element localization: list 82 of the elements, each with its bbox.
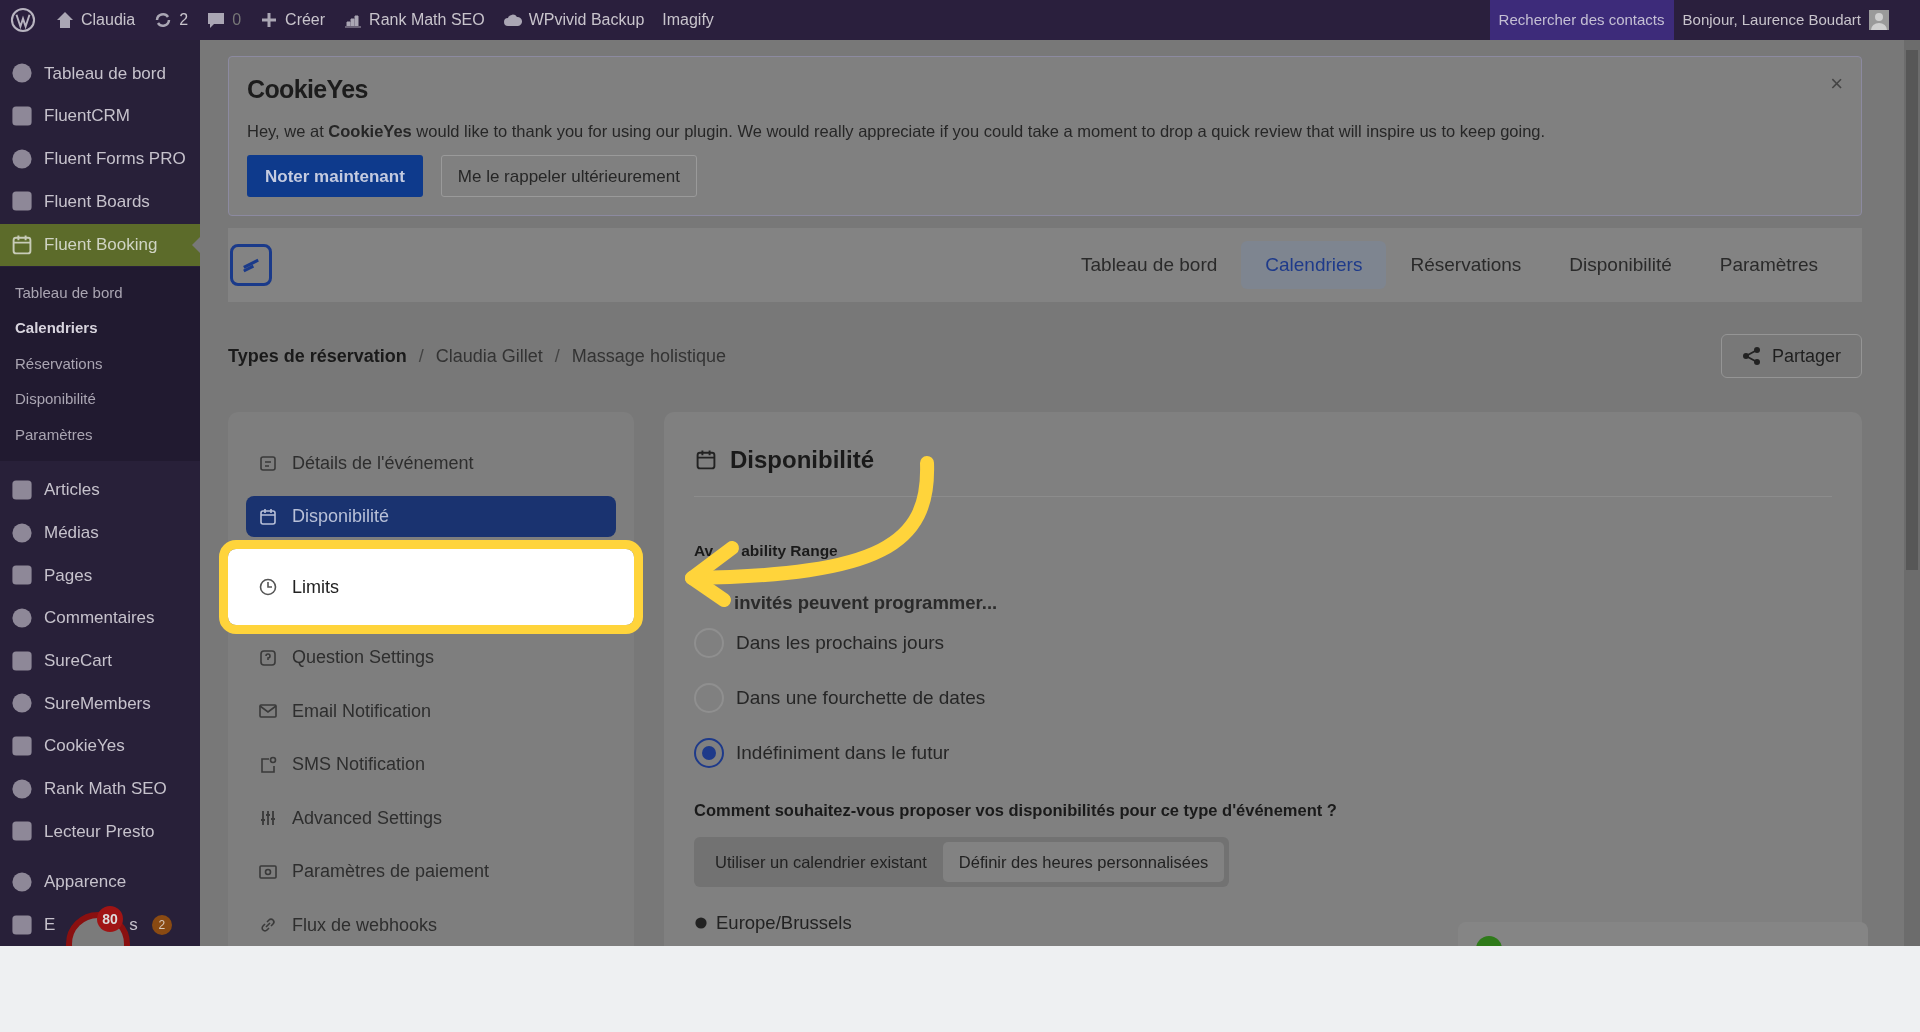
sidebar-item[interactable]: Fluent Forms PRO	[0, 137, 200, 180]
question-label: Comment souhaitez-vous proposer vos disponibilités pour ce type d'événement ?	[694, 800, 1338, 822]
radio-button[interactable]	[694, 738, 724, 769]
nav-tab[interactable]: Paramètres	[1695, 241, 1842, 290]
sidebar-item[interactable]: Commentaires	[0, 596, 200, 640]
menu-icon	[10, 563, 34, 588]
sidebar-item[interactable]: Articles	[0, 468, 200, 512]
menu-icon	[10, 478, 34, 503]
mode-option[interactable]: Définir des heures personnalisées	[942, 842, 1225, 882]
sidebar-item[interactable]: SureMembers	[0, 682, 200, 725]
field-label: ability Range	[741, 541, 838, 562]
home-icon	[55, 10, 75, 30]
menu-icon	[10, 104, 34, 128]
field-label: Av	[694, 541, 714, 562]
remind-later-button[interactable]: Me le rappeler ultérieurement	[440, 155, 697, 198]
radio-label[interactable]: Indéfiniment dans le futur	[736, 739, 950, 768]
rate-now-button[interactable]: Noter maintenant	[247, 155, 423, 198]
breadcrumb-separator: /	[418, 344, 424, 368]
sidebar-item-label[interactable]: E	[44, 911, 56, 938]
submenu-item[interactable]: Réservations	[0, 346, 200, 382]
admin-bar-link[interactable]: Claudia	[81, 8, 136, 32]
admin-bar-link[interactable]: Créer	[285, 8, 326, 32]
field-hint: invités peuvent programmer...	[734, 590, 998, 615]
sidebar-item[interactable]: SureCart	[0, 639, 200, 683]
menu-icon	[10, 870, 34, 894]
breadcrumb-separator: /	[554, 344, 560, 368]
active-menu-pointer	[192, 236, 200, 253]
logo-icon	[230, 244, 272, 287]
calendar-icon	[258, 506, 278, 527]
avatar-icon	[1869, 10, 1889, 30]
admin-bar-link[interactable]: Imagify	[662, 8, 714, 32]
nav-tab[interactable]: Disponibilité	[1545, 241, 1696, 290]
wordpress-logo-icon	[10, 7, 36, 33]
notification-count-badge: 80	[97, 906, 123, 932]
sidebar-item[interactable]: Rank Math SEO	[0, 767, 200, 811]
sidebar-item[interactable]: Médias	[0, 511, 200, 555]
sidebar-item-label[interactable]: s	[129, 911, 138, 938]
sidebar-item[interactable]: Tableau de bord	[0, 52, 200, 95]
radio-label[interactable]: Dans les prochains jours	[736, 629, 945, 658]
question-icon	[258, 647, 278, 668]
document-icon	[258, 453, 278, 473]
sidebar-item[interactable]: CookieYes	[0, 724, 200, 768]
menu-icon	[10, 819, 34, 844]
menu-icon	[10, 648, 34, 673]
clock-icon	[258, 577, 278, 598]
submenu-item[interactable]: Tableau de bord	[0, 275, 200, 311]
sidebar-item[interactable]: Fluent Booking	[0, 223, 200, 267]
menu-icon	[10, 189, 34, 214]
radio-label[interactable]: Dans une fourchette de dates	[736, 684, 986, 713]
submenu-item[interactable]: Disponibilité	[0, 381, 200, 418]
sidebar-item[interactable]: Fluent Boards	[0, 179, 200, 223]
panel-title: Disponibilité	[730, 445, 874, 476]
sidebar-item[interactable]: Lecteur Presto	[0, 810, 200, 853]
timezone-label: Europe/Brussels	[716, 911, 852, 935]
scrollbar[interactable]	[1904, 40, 1920, 946]
greeting-link[interactable]: Bonjour, Laurence Boudart	[1682, 8, 1861, 32]
menu-icon	[10, 734, 34, 759]
comment-icon	[206, 10, 227, 30]
submenu-item[interactable]: Paramètres	[0, 417, 200, 453]
submenu-item[interactable]: Calendriers	[0, 310, 200, 347]
nav-tab[interactable]: Réservations	[1386, 241, 1546, 290]
menu-icon	[10, 146, 34, 171]
menu-icon	[10, 776, 34, 801]
notice-message: Hey, we at CookieYes would like to thank you for using our plugin. We would really appreciate if you could take a moment to drop a quick review that will inspire us to keep going.	[247, 120, 1547, 142]
sidebar-item[interactable]: FluentCRM	[0, 94, 200, 138]
nav-tab[interactable]: Tableau de bord	[1057, 241, 1242, 290]
sidebar-item[interactable]: Pages	[0, 554, 200, 597]
message-icon	[258, 754, 278, 775]
settings-menu-item[interactable]: Disponibilité	[246, 495, 616, 538]
contact-search-link[interactable]: Rechercher des contacts	[1489, 0, 1674, 40]
breadcrumb-link[interactable]: Types de réservation	[228, 342, 407, 370]
menu-icon	[10, 520, 34, 545]
update-count-badge: 2	[151, 914, 172, 935]
share-icon	[1741, 346, 1762, 367]
admin-bar-link[interactable]: WPvivid Backup	[528, 8, 645, 32]
sidebar-item[interactable]: Apparence	[0, 860, 200, 904]
admin-bar-link[interactable]: 2	[179, 8, 189, 32]
share-button[interactable]: Partager	[1720, 334, 1862, 379]
menu-icon	[10, 912, 34, 937]
admin-bar-link[interactable]: Rank Math SEO	[369, 8, 485, 32]
brand-logo: CookieYes	[247, 74, 368, 105]
calendar-icon	[10, 232, 34, 257]
